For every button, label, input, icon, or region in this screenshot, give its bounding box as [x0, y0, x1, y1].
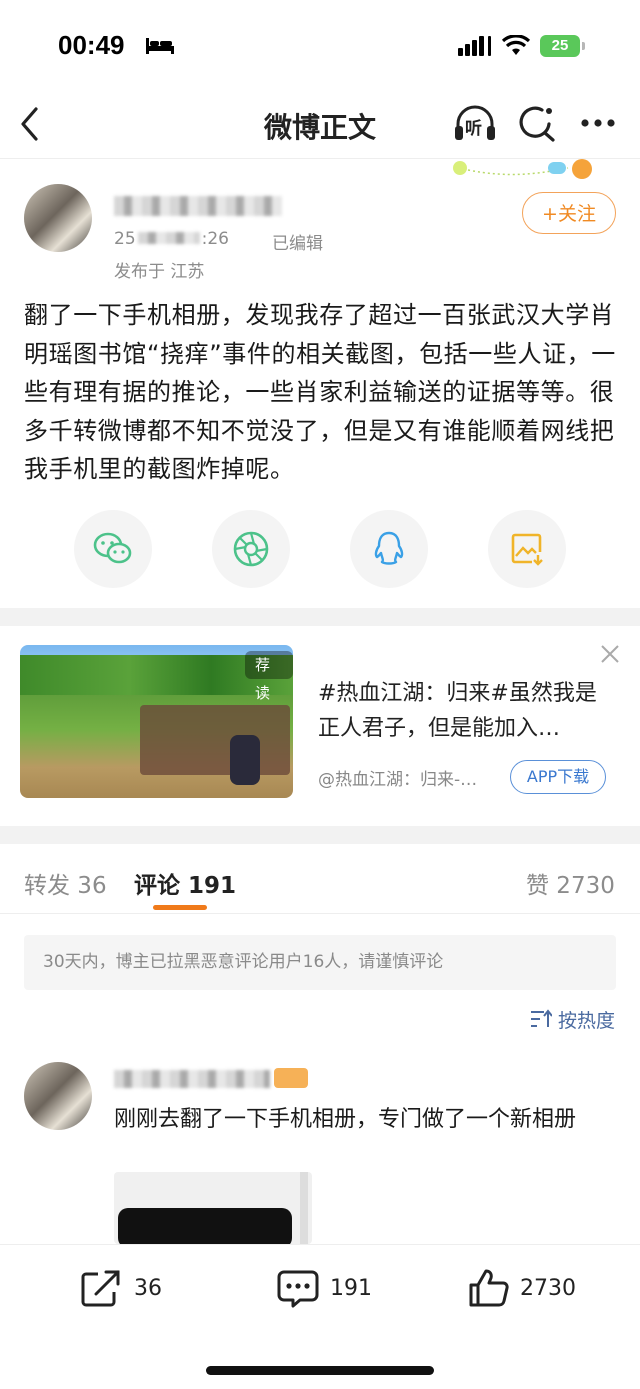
- commenter-name-redacted[interactable]: [114, 1070, 270, 1088]
- tab-repost[interactable]: 转发 36: [24, 866, 107, 900]
- listen-button[interactable]: 听: [452, 104, 498, 144]
- qq-penguin-icon: [374, 531, 404, 565]
- repost-icon: [81, 1270, 120, 1307]
- ad-title[interactable]: #热血江湖：归来#虽然我是正人君子，但是能加入…: [318, 676, 614, 746]
- active-tab-indicator: [153, 905, 207, 910]
- wechat-icon: [93, 532, 132, 564]
- follow-button[interactable]: +关注: [522, 192, 616, 234]
- comment-text: 刚刚去翻了一下手机相册，专门做了一个新相册: [114, 1107, 577, 1132]
- like-count: 2730: [520, 1275, 576, 1301]
- edited-label: 已编辑: [272, 234, 323, 254]
- sort-icon[interactable]: [530, 1009, 552, 1029]
- post-body: 翻了一下手机相册，发现我存了超过一百张武汉大学肖明瑶图书馆“挠痒”事件的相关截图…: [24, 301, 616, 483]
- listen-label: 听: [465, 119, 482, 139]
- moments-icon: [233, 531, 269, 567]
- comment-notice: 30天内，博主已拉黑恶意评论用户16人，请谨慎评论: [24, 935, 616, 990]
- share-moments-button[interactable]: [212, 510, 290, 588]
- post-location: 发布于 江苏: [114, 262, 205, 282]
- tab-comments[interactable]: 评论 191: [134, 866, 236, 900]
- card-decoration-icon: [453, 159, 592, 179]
- search-icon[interactable]: [518, 104, 556, 142]
- author-badge: [274, 1068, 308, 1088]
- section-gap: [0, 608, 640, 626]
- repost-count: 36: [134, 1275, 162, 1301]
- share-wechat-button[interactable]: [74, 510, 152, 588]
- battery-nub: [582, 42, 585, 50]
- ad-recommend-badge: 荐读: [245, 651, 293, 702]
- tab-likes[interactable]: 赞 2730: [526, 866, 615, 900]
- status-time: 00:49: [58, 30, 125, 60]
- save-image-icon: [511, 533, 543, 566]
- thumbs-up-icon: [469, 1269, 509, 1307]
- comment-count: 191: [330, 1275, 372, 1301]
- comment-button[interactable]: 191: [276, 1268, 372, 1308]
- more-options-icon[interactable]: [580, 118, 616, 128]
- tabs-divider: [0, 913, 640, 914]
- ad-source[interactable]: @热血江湖：归来-…: [318, 765, 477, 790]
- commenter-avatar[interactable]: [24, 1062, 92, 1130]
- close-ad-icon[interactable]: [600, 644, 620, 664]
- save-to-album-button[interactable]: [488, 510, 566, 588]
- wifi-icon: [502, 35, 530, 55]
- author-name-redacted[interactable]: [114, 196, 282, 216]
- app-download-button[interactable]: APP下载: [510, 760, 606, 794]
- ad-image[interactable]: 荐读: [20, 645, 293, 798]
- sort-by-hot[interactable]: 按热度: [558, 1006, 615, 1033]
- section-gap-2: [0, 826, 640, 844]
- repost-button[interactable]: 36: [80, 1268, 162, 1308]
- comment-image[interactable]: [114, 1172, 312, 1244]
- author-avatar[interactable]: [24, 184, 92, 252]
- like-button[interactable]: 2730: [468, 1268, 576, 1308]
- sleep-bed-icon: [146, 38, 174, 54]
- comment-icon: [277, 1270, 319, 1308]
- battery-indicator: 25: [540, 35, 580, 57]
- home-indicator: [206, 1366, 434, 1375]
- post-time: 25:26: [114, 229, 229, 249]
- cellular-signal-icon: [458, 36, 493, 56]
- share-qq-button[interactable]: [350, 510, 428, 588]
